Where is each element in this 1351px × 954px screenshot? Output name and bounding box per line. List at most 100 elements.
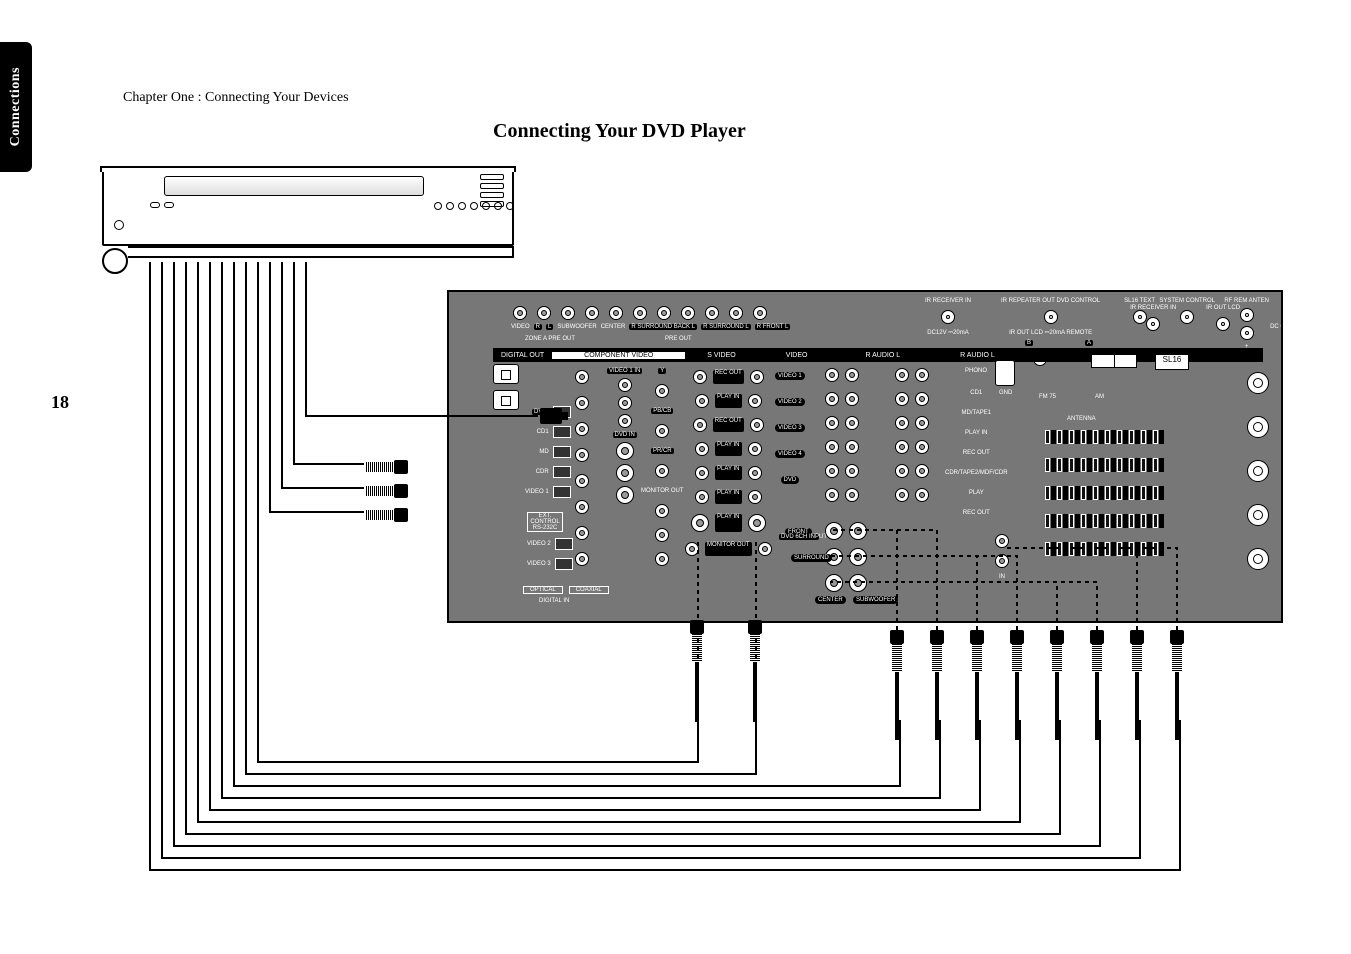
label-phono: PHONO xyxy=(965,368,987,374)
sv-4 xyxy=(695,442,709,456)
side-tab: Connections xyxy=(0,42,32,172)
jack-rf-rem2 xyxy=(1240,326,1254,340)
binding-post-5 xyxy=(1247,548,1269,570)
sv-5 xyxy=(695,466,709,480)
b-r-3 xyxy=(895,416,909,430)
lbl-play: PLAY xyxy=(969,490,984,496)
lbl-cd1: CD1 xyxy=(970,390,982,396)
jack-ir-receiver-in xyxy=(941,310,955,324)
comp-v1-pb xyxy=(618,396,632,410)
label-dc12v: DC12V ⎓20mA xyxy=(927,330,968,337)
label-system-control: SYSTEM CONTROL xyxy=(1159,298,1215,304)
pill-center: CENTER xyxy=(815,596,846,604)
b-r-2 xyxy=(895,392,909,406)
sv-2 xyxy=(695,394,709,408)
label-preout-surr: R SURROUND L xyxy=(701,324,751,330)
b-r-1 xyxy=(895,368,909,382)
coax-1 xyxy=(575,370,589,384)
sv-3 xyxy=(693,418,707,432)
jack-preout-r xyxy=(537,306,551,320)
plug-6ch-surr-r xyxy=(970,630,984,740)
jack-sl16-text xyxy=(1133,310,1147,324)
plug-optical-dvd xyxy=(540,408,562,424)
label-video1-in: VIDEO 1 IN xyxy=(607,368,642,374)
sixch-front-l xyxy=(849,522,867,540)
a-l-2 xyxy=(845,392,859,406)
chapter-line: Chapter One : Connecting Your Devices xyxy=(123,90,349,106)
b-l-2 xyxy=(915,392,929,406)
lbl-rec-out-1: REC OUT xyxy=(713,370,744,384)
coax-cdr xyxy=(575,474,589,488)
jack-system-control xyxy=(1180,310,1194,324)
plug-6ch-sub xyxy=(1090,630,1104,740)
hdr-video: VIDEO xyxy=(758,352,836,359)
lbl-recout: REC OUT xyxy=(963,450,990,456)
coax-dvd xyxy=(575,396,589,410)
plug-6ch-center xyxy=(1050,630,1064,740)
label-ir-repeater-out: IR REPEATER OUT DVD CONTROL xyxy=(1001,298,1100,304)
b-l-4 xyxy=(915,440,929,454)
label-monitor-out: MONITOR OUT xyxy=(641,488,684,494)
jack-preout-fl xyxy=(753,306,767,320)
hdr-audio2: R AUDIO L xyxy=(930,352,1025,359)
coax-md xyxy=(575,448,589,462)
a-r-5 xyxy=(825,464,839,478)
plug-svideo-dvd xyxy=(690,620,704,722)
speaker-terminals-4 xyxy=(1045,514,1164,528)
label-optical: OPTICAL xyxy=(523,586,563,594)
binding-post-2 xyxy=(1247,416,1269,438)
vid-3 xyxy=(750,418,764,432)
dvd-left-buttons xyxy=(150,202,174,208)
speaker-terminals-3 xyxy=(1045,486,1164,500)
comp-dvd-y xyxy=(616,442,634,460)
label-preout-sub: SUBWOOFER xyxy=(557,324,596,330)
pill-dvd: DVD xyxy=(781,476,800,484)
comp-mon-pb xyxy=(655,424,669,438)
label-sl16-text: SL16 TEXT xyxy=(1124,298,1155,304)
comp-mon-pb2 xyxy=(655,528,669,542)
din-label-v3: VIDEO 3 xyxy=(527,561,551,567)
lbl-recout2: REC OUT xyxy=(963,510,990,516)
label-coaxial: COAXIAL xyxy=(569,586,609,594)
label-comp-pb: PB/CB xyxy=(651,408,673,414)
disc-tray xyxy=(164,176,424,196)
label-preout-front: R FRONT L xyxy=(755,324,791,330)
pill-video4: VIDEO 4 xyxy=(775,450,805,458)
label-am: AM xyxy=(1095,394,1104,400)
plug-audio-r xyxy=(1130,630,1144,740)
hdr-audio: R AUDIO L xyxy=(835,352,930,359)
comp-mon-y xyxy=(655,384,669,398)
b-l-1 xyxy=(915,368,929,382)
vid-5 xyxy=(748,466,762,480)
a-r-3 xyxy=(825,416,839,430)
jack-preout-center xyxy=(609,306,623,320)
label-zone-a-preout: ZONE A PRE OUT xyxy=(525,336,575,342)
coax-cd1 xyxy=(575,422,589,436)
b-l-5 xyxy=(915,464,929,478)
plug-component-pb xyxy=(366,484,408,498)
vid-dvd xyxy=(748,514,766,532)
a-r-6 xyxy=(825,488,839,502)
jack-preout-l xyxy=(561,306,575,320)
jack-preout-fr xyxy=(729,306,743,320)
label-comp-pr: PR/CR xyxy=(651,448,674,454)
pill-video1: VIDEO 1 xyxy=(775,372,805,380)
vid-mon xyxy=(758,542,772,556)
lbl-play-in-3: PLAY IN xyxy=(715,466,741,480)
coax-v3 xyxy=(575,552,589,566)
comp-dvd-pb xyxy=(616,464,634,482)
sixch-sub xyxy=(849,574,867,592)
audio-in-r xyxy=(995,534,1009,548)
comp-mon-pr2 xyxy=(655,552,669,566)
phono-block xyxy=(995,360,1015,386)
sixch-center xyxy=(825,574,843,592)
pill-subwoofer: SUBWOOFER xyxy=(853,596,898,604)
label-preout-sback: R SURROUND BACK L xyxy=(629,324,697,330)
label-preout: PRE OUT xyxy=(665,336,692,342)
comp-dvd-pr xyxy=(616,486,634,504)
vid-6 xyxy=(748,490,762,504)
a-l-3 xyxy=(845,416,859,430)
zone-a-badge: A xyxy=(1085,340,1093,346)
a-r-1 xyxy=(825,368,839,382)
label-fm75: FM 75 xyxy=(1039,394,1056,400)
